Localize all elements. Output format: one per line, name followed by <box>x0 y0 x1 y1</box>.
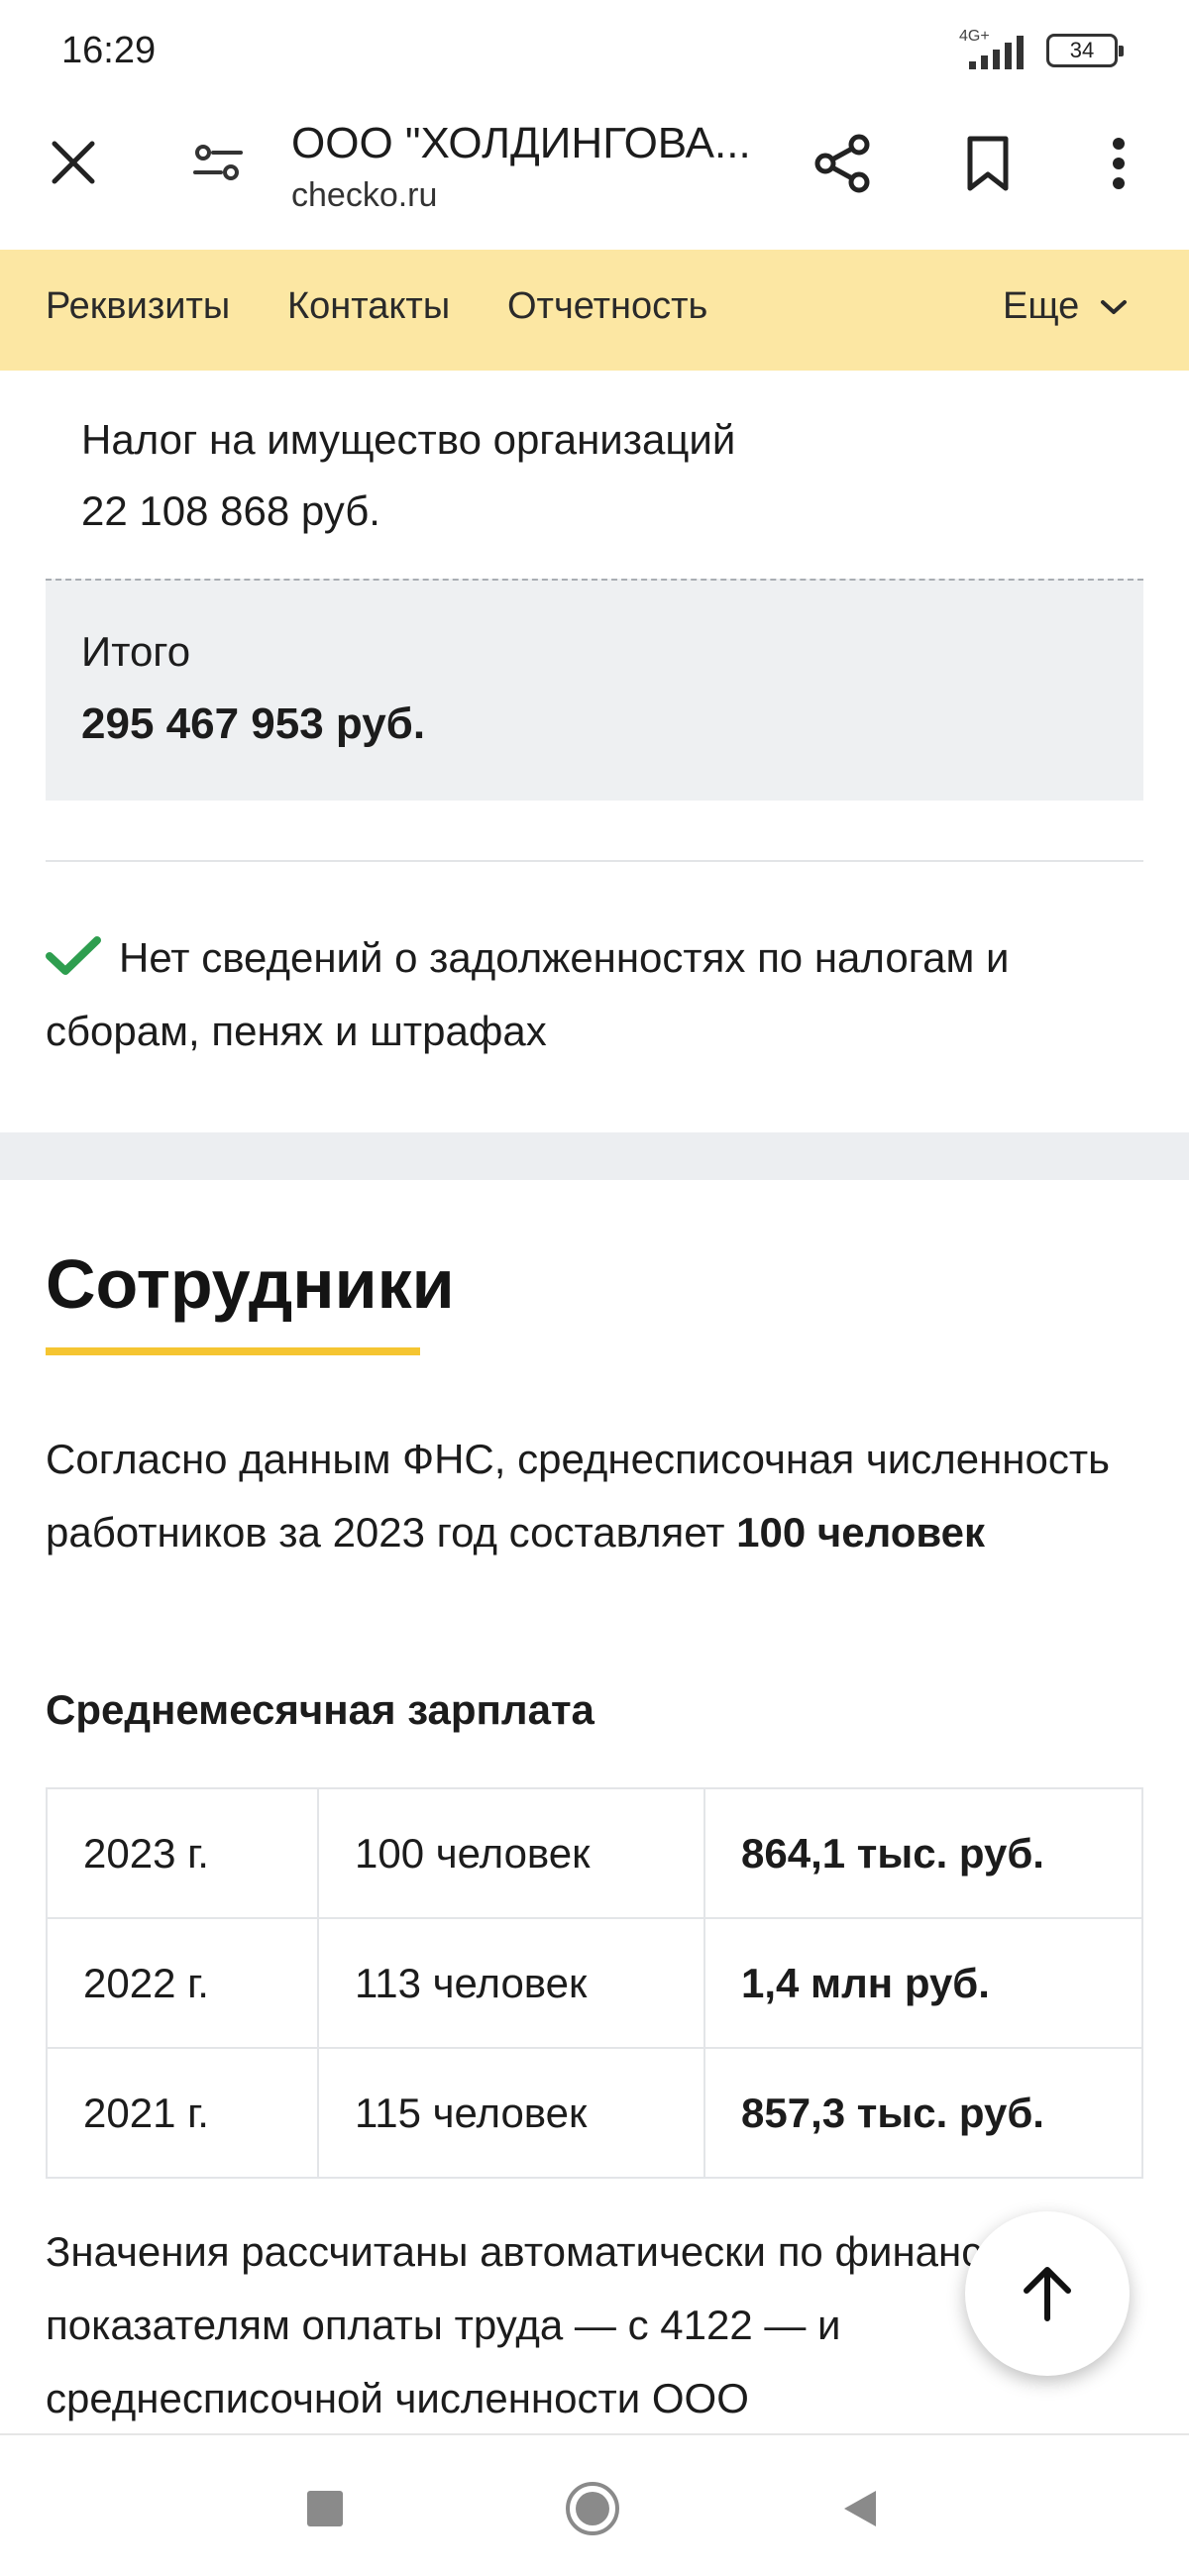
section-title-employees: Сотрудники <box>46 1245 455 1323</box>
tune-icon <box>193 145 243 180</box>
home-button[interactable] <box>563 2479 622 2538</box>
nav-reports[interactable]: Отчетность <box>507 285 707 328</box>
nav-more-dropdown[interactable]: Еще <box>1003 285 1129 328</box>
signal-icon <box>969 36 1024 69</box>
row-headcount: 113 человек <box>317 1917 705 2049</box>
nav-requisites[interactable]: Реквизиты <box>46 285 230 328</box>
chevron-down-icon <box>1101 299 1128 314</box>
address-area[interactable]: ООО "ХОЛДИНГОВА... checko.ru <box>291 119 787 215</box>
page-url: checko.ru <box>291 176 438 214</box>
recents-button[interactable] <box>295 2479 355 2538</box>
row-year: 2021 г. <box>46 2047 319 2179</box>
close-button[interactable] <box>40 129 107 196</box>
home-circle-icon <box>566 2482 619 2535</box>
tax-item: Налог на имущество организаций 22 108 86… <box>81 404 735 547</box>
row-year: 2022 г. <box>46 1917 319 2049</box>
tax-item-name: Налог на имущество организаций <box>81 416 736 463</box>
site-settings-button[interactable] <box>184 129 252 196</box>
salary-heading: Среднемесячная зарплата <box>46 1686 594 1733</box>
back-triangle-icon <box>844 2491 876 2526</box>
page-title: ООО "ХОЛДИНГОВА... <box>291 119 751 167</box>
no-debt-text: Нет сведений о задолженностях по налогам… <box>46 934 1010 1054</box>
more-vertical-icon <box>1113 138 1125 189</box>
nav-contacts[interactable]: Контакты <box>287 285 450 328</box>
nav-more-label: Еще <box>1003 285 1080 327</box>
tax-total-box: Итого 295 467 953 руб. <box>46 579 1143 801</box>
total-value: 295 467 953 руб. <box>81 699 426 748</box>
status-time: 16:29 <box>61 30 157 71</box>
browser-toolbar: ООО "ХОЛДИНГОВА... checko.ru <box>0 99 1189 250</box>
total-label: Итого <box>81 628 191 675</box>
battery-level: 34 <box>1069 38 1095 62</box>
share-button[interactable] <box>809 129 878 198</box>
bookmark-icon <box>967 136 1009 191</box>
site-navigation: Реквизиты Контакты Отчетность Еще <box>0 250 1189 371</box>
row-headcount: 115 человек <box>317 2047 705 2179</box>
back-button[interactable] <box>830 2479 890 2538</box>
table-row: 2021 г. 115 человек 857,3 тыс. руб. <box>46 2047 1143 2179</box>
share-icon <box>814 134 870 193</box>
tax-item-value: 22 108 868 руб. <box>81 487 380 534</box>
title-underline <box>46 1347 420 1355</box>
checkmark-icon <box>46 936 101 975</box>
salary-table: 2023 г. 100 человек 864,1 тыс. руб. 2022… <box>46 1787 1143 2179</box>
table-row: 2022 г. 113 человек 1,4 млн руб. <box>46 1917 1143 2049</box>
section-divider <box>46 860 1143 862</box>
employees-count: 100 человек <box>736 1509 986 1556</box>
row-salary: 857,3 тыс. руб. <box>703 2047 1143 2179</box>
row-salary: 1,4 млн руб. <box>703 1917 1143 2049</box>
scroll-to-top-button[interactable] <box>965 2211 1130 2376</box>
row-salary: 864,1 тыс. руб. <box>703 1787 1143 1919</box>
section-separator <box>0 1132 1189 1180</box>
bookmark-button[interactable] <box>953 129 1023 198</box>
employees-description: Согласно данным ФНС, среднесписочная чис… <box>46 1423 1145 1569</box>
status-bar: 16:29 4G+ 34 <box>0 0 1189 99</box>
arrow-up-icon <box>1024 2267 1071 2321</box>
close-icon <box>52 141 95 184</box>
table-row: 2023 г. 100 человек 864,1 тыс. руб. <box>46 1787 1143 1919</box>
battery-icon: 34 <box>1046 34 1124 67</box>
no-debt-notice: Нет сведений о задолженностях по налогам… <box>46 921 1155 1068</box>
square-icon <box>307 2491 343 2526</box>
more-options-button[interactable] <box>1084 129 1153 198</box>
system-navigation-bar <box>0 2433 1189 2576</box>
row-headcount: 100 человек <box>317 1787 705 1919</box>
row-year: 2023 г. <box>46 1787 319 1919</box>
